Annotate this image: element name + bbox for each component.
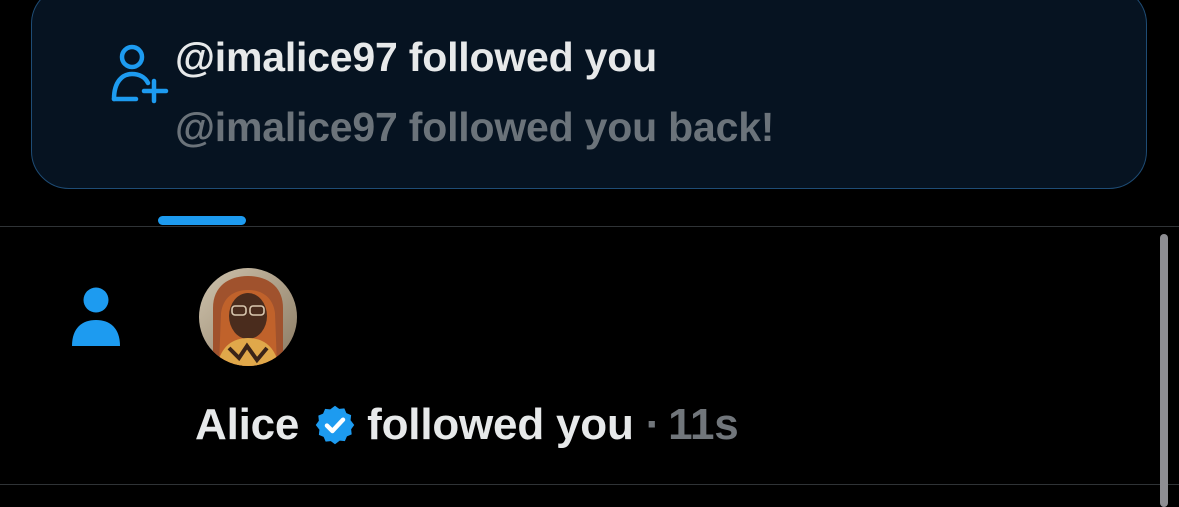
verified-badge-icon	[315, 405, 355, 445]
tab-active-indicator	[158, 216, 246, 225]
avatar-image	[199, 268, 297, 366]
toast-subtitle: @imalice97 followed you back!	[175, 104, 775, 150]
separator-dot: ·	[645, 400, 661, 449]
scrollbar[interactable]	[1160, 234, 1168, 507]
timestamp: 11s	[668, 400, 739, 449]
user-name[interactable]: Alice	[195, 400, 299, 450]
person-icon	[72, 287, 120, 346]
avatar[interactable]	[199, 268, 297, 366]
notification-text: Alice followed you · 11s	[195, 400, 739, 450]
notification-action: followed you	[367, 400, 634, 449]
toast-title: @imalice97 followed you	[175, 34, 657, 80]
notifications-screen: @imalice97 followed you @imalice97 follo…	[0, 0, 1179, 507]
person-plus-icon	[111, 44, 169, 104]
item-divider	[0, 484, 1179, 485]
follow-toast[interactable]: @imalice97 followed you @imalice97 follo…	[31, 0, 1147, 189]
tabs-divider	[0, 226, 1179, 227]
